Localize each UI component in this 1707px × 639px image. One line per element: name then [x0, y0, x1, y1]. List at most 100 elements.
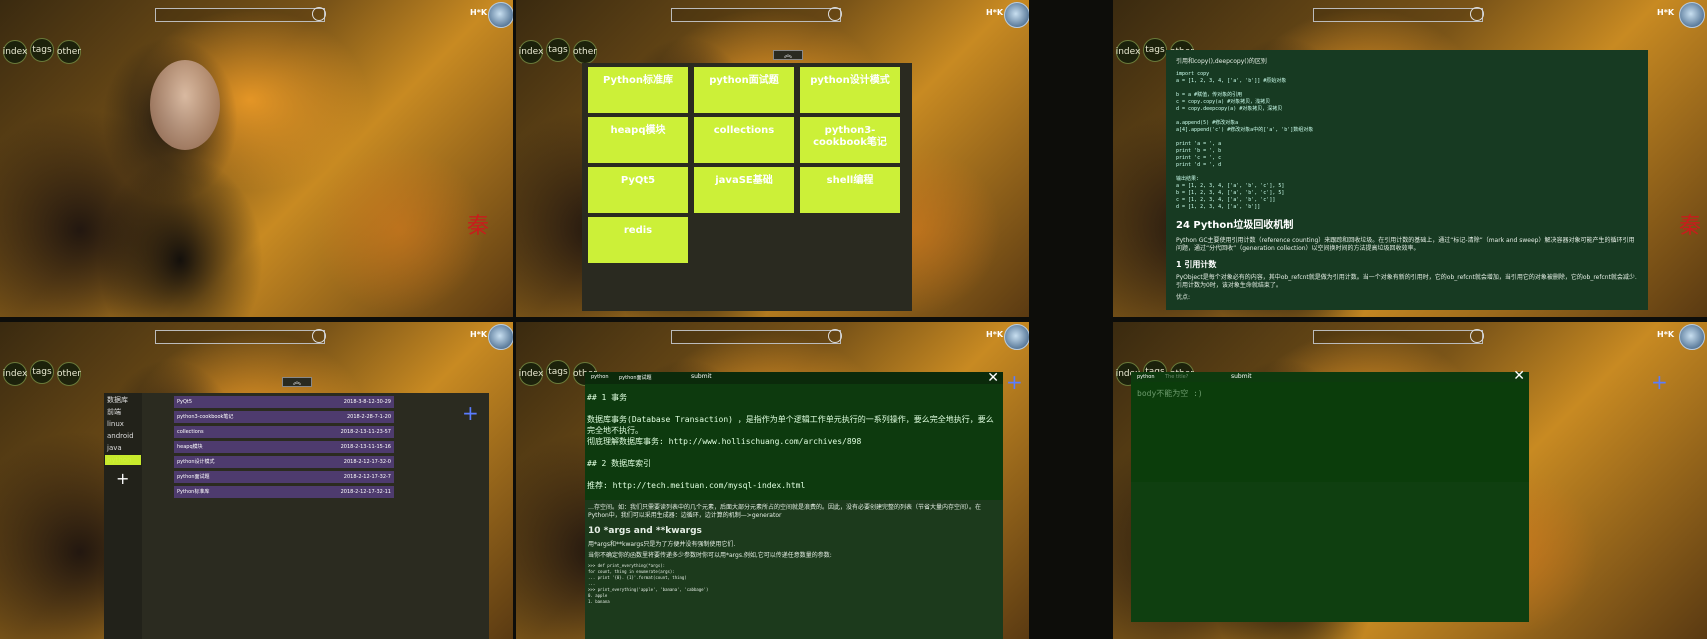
tag-tile[interactable]: shell编程 [800, 167, 900, 213]
add-post-icon[interactable]: + [462, 403, 479, 423]
nav-index[interactable]: index [1116, 40, 1140, 64]
post-title: PyQt5 [177, 399, 193, 405]
article-code: import copy a = [1, 2, 3, 4, ['a', 'b']]… [1176, 71, 1638, 211]
tag-tile[interactable]: python设计模式 [800, 67, 900, 113]
post-row[interactable]: python面试题 2018-2-12-17-32-7 [174, 471, 394, 483]
post-list-panel: 数据库 前端 linux android java python + PyQt5… [104, 393, 489, 639]
search-input[interactable] [671, 7, 842, 22]
post-row[interactable]: collections 2018-2-13-11-23-57 [174, 426, 394, 438]
article-paragraph: Python GC主要使用引用计数（reference counting）来跟踪… [1176, 237, 1635, 252]
brand-label: H*K [1657, 330, 1675, 339]
tag-tile[interactable]: python3-cookbook笔记 [800, 117, 900, 163]
category-item[interactable]: 前端 [105, 407, 141, 417]
post-date: 2018-2-13-11-23-57 [340, 429, 391, 435]
post-title: heapq模块 [177, 444, 203, 450]
avatar[interactable] [488, 2, 513, 28]
tag-tile[interactable]: javaSE基础 [694, 167, 794, 213]
tag-tile[interactable]: PyQt5 [588, 167, 688, 213]
body-placeholder: body不能为空 :) [1137, 389, 1203, 398]
add-post-icon[interactable]: + [1651, 372, 1668, 392]
post-date: 2018-2-12-17-32-7 [343, 474, 391, 480]
add-post-icon[interactable]: + [1006, 372, 1023, 392]
category-select[interactable]: python [591, 374, 609, 380]
search-icon[interactable] [1470, 329, 1484, 343]
avatar[interactable] [1679, 2, 1705, 28]
search-input[interactable] [671, 329, 842, 344]
nav-tags[interactable]: tags [1143, 38, 1167, 62]
panel-tags: H*K index tags other ︽ Python标准库 python面… [516, 0, 1029, 317]
avatar[interactable] [488, 324, 513, 350]
category-item-selected[interactable]: python [105, 455, 141, 465]
code-line: a = [1, 2, 3, 4, ['a', 'b']] #原始对象 [1176, 78, 1287, 84]
close-icon[interactable]: ✕ [1513, 369, 1525, 383]
nav-other[interactable]: other [57, 40, 81, 64]
article-subheading: 1 引用计数 [1176, 260, 1217, 269]
tag-tiles: Python标准库 python面试题 python设计模式 heapq模块 c… [582, 63, 912, 311]
tag-tile[interactable]: Python标准库 [588, 67, 688, 113]
avatar[interactable] [1679, 324, 1705, 350]
submit-button[interactable]: submit [1231, 373, 1252, 380]
add-category-icon[interactable]: + [116, 469, 129, 489]
nav-tags[interactable]: tags [30, 360, 54, 384]
new-post-editor: python The title? submit ✕ body不能为空 :) [1131, 369, 1529, 622]
avatar[interactable] [1004, 324, 1029, 350]
collapse-chevron-icon[interactable]: ︽ [773, 50, 803, 60]
title-input[interactable]: The title? [1165, 374, 1188, 380]
nav-other[interactable]: other [57, 362, 81, 386]
nav-index[interactable]: index [519, 40, 543, 64]
tag-tile[interactable]: redis [588, 217, 688, 263]
tag-tile[interactable]: collections [694, 117, 794, 163]
close-icon[interactable]: ✕ [987, 372, 999, 385]
category-item[interactable]: 数据库 [105, 395, 141, 405]
search-input[interactable] [155, 7, 326, 22]
panel-home: 秦 H*K index tags other [0, 0, 513, 317]
markdown-editor[interactable]: ## 1 事务 数据库事务(Database Transaction) ，是指作… [587, 392, 997, 491]
post-date: 2018-3-8-12-30-29 [343, 399, 391, 405]
post-row[interactable]: Python标准库 2018-2-12-17-32-11 [174, 486, 394, 498]
panel-new-post: H*K index tags other + python The title?… [1113, 322, 1707, 639]
body-input[interactable]: body不能为空 :) [1131, 382, 1529, 482]
nav-other[interactable]: other [573, 40, 597, 64]
post-select[interactable]: python面试题 [619, 374, 652, 381]
search-icon[interactable] [828, 329, 842, 343]
category-item[interactable]: java [105, 443, 141, 453]
submit-button[interactable]: submit [691, 373, 712, 380]
avatar[interactable] [1004, 2, 1029, 28]
nav-tags[interactable]: tags [546, 360, 570, 384]
post-row[interactable]: PyQt5 2018-3-8-12-30-29 [174, 396, 394, 408]
category-item[interactable]: android [105, 431, 141, 441]
nav-index[interactable]: index [519, 362, 543, 386]
search-icon[interactable] [828, 7, 842, 21]
category-item[interactable]: linux [105, 419, 141, 429]
code-line: 输出结果: [1176, 176, 1200, 182]
collapse-chevron-icon[interactable]: ︽ [282, 377, 312, 387]
code-line: print 'd = ', d [1176, 162, 1222, 168]
nav-tags[interactable]: tags [30, 38, 54, 62]
post-date: 2018-2-13-11-15-16 [340, 444, 391, 450]
search-input[interactable] [1313, 329, 1484, 344]
search-input[interactable] [155, 329, 326, 344]
search-icon[interactable] [1470, 7, 1484, 21]
nav-index[interactable]: index [3, 40, 27, 64]
code-line: ## 1 事务 [587, 393, 628, 402]
nav-index[interactable]: index [3, 362, 27, 386]
top-bar: H*K [516, 322, 1029, 352]
tag-tile[interactable]: python面试题 [694, 67, 794, 113]
brand-label: H*K [986, 330, 1004, 339]
tag-tile[interactable]: heapq模块 [588, 117, 688, 163]
code-line: print 'a = ', a [1176, 141, 1222, 147]
post-row[interactable]: python3-cookbook笔记 2018-2-28-7-1-20 [174, 411, 394, 423]
category-select[interactable]: python [1137, 374, 1155, 380]
post-row[interactable]: python设计模式 2018-2-12-17-32-0 [174, 456, 394, 468]
search-icon[interactable] [312, 7, 326, 21]
search-icon[interactable] [312, 329, 326, 343]
search-input[interactable] [1313, 7, 1484, 22]
post-row[interactable]: heapq模块 2018-2-13-11-15-16 [174, 441, 394, 453]
nav-tags[interactable]: tags [546, 38, 570, 62]
code-line: 推荐: http://tech.meituan.com/mysql-index.… [587, 481, 806, 490]
seal-text: 秦 [1678, 214, 1701, 239]
